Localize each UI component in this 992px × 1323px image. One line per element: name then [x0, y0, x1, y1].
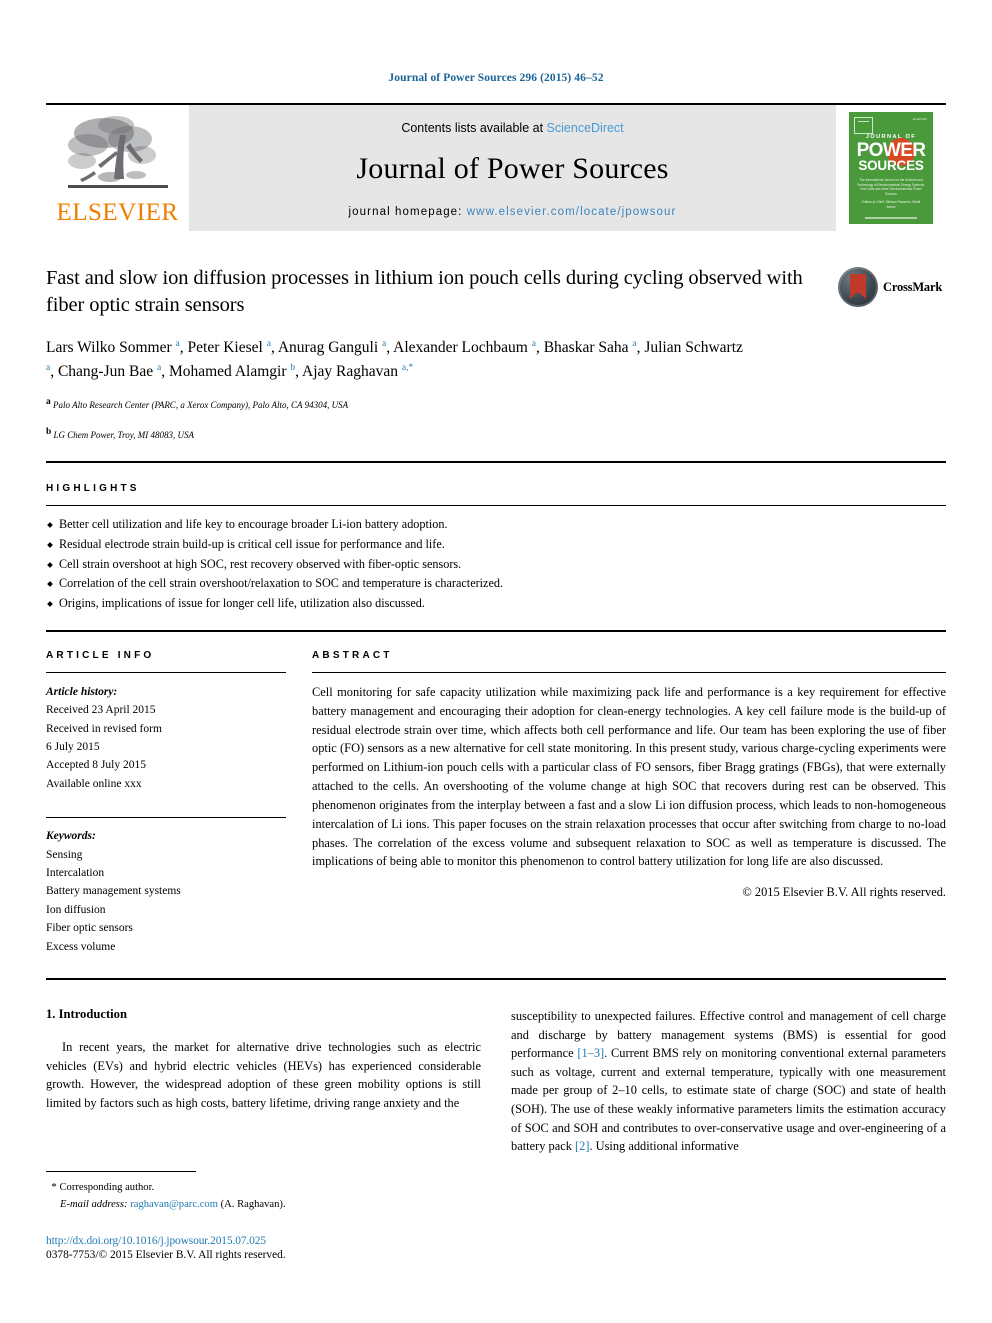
abstract-column: Abstract Cell monitoring for safe capaci… [312, 650, 946, 956]
history-line: Received in revised form [46, 722, 162, 735]
author-list: Lars Wilko Sommer a, Peter Kiesel a, Anu… [46, 338, 743, 380]
copyright-line: © 2015 Elsevier B.V. All rights reserved… [742, 885, 946, 900]
journal-homepage-line: journal homepage: www.elsevier.com/locat… [349, 206, 677, 218]
highlights-section: Highlights Better cell utilization and l… [46, 463, 946, 614]
intro-paragraph-right: susceptibility to unexpected failures. E… [511, 1007, 946, 1156]
body-column-left: 1. Introduction In recent years, the mar… [46, 1007, 481, 1156]
abstract-rule [312, 671, 946, 673]
intro-paragraph-left: In recent years, the market for alternat… [46, 1039, 481, 1110]
crossmark-label: CrossMark [883, 279, 943, 294]
footnote-rule [46, 1171, 196, 1173]
elsevier-wordmark: ELSEVIER [56, 199, 179, 226]
keyword-item: Intercalation [46, 867, 105, 880]
keyword-item: Ion diffusion [46, 903, 106, 916]
article-history-title: Article history: [46, 685, 118, 698]
crossmark-badge[interactable]: CrossMark [838, 265, 946, 307]
history-line: Received 23 April 2015 [46, 704, 156, 717]
corresponding-marker: * [51, 1181, 57, 1194]
contents-prefix: Contents lists available at [401, 120, 544, 135]
affiliation-b-text: LG Chem Power, Troy, MI 48083, USA [53, 430, 194, 441]
homepage-label: journal homepage: [348, 205, 463, 218]
email-label: E-mail address: [60, 1198, 128, 1210]
corresponding-text: Corresponding author. [59, 1182, 155, 1194]
keywords-block: Keywords: Sensing Intercalation Battery … [46, 817, 286, 956]
issn-copyright-line: 0378-7753/© 2015 Elsevier B.V. All right… [46, 1249, 286, 1261]
intro-right-part2: . Current BMS rely on monitoring convent… [511, 1046, 947, 1154]
highlights-list: Better cell utilization and life key to … [46, 515, 946, 614]
article-info-heading: Article info [46, 649, 155, 661]
affiliation-b-marker: b [46, 427, 52, 438]
list-item: Better cell utilization and life key to … [46, 515, 946, 535]
cover-line-sources: SOURCES [858, 158, 924, 173]
email-link[interactable]: raghavan@parc.com [130, 1199, 218, 1210]
elsevier-logo: ELSEVIER [46, 105, 189, 231]
cover-bottom-bar [865, 217, 917, 219]
crossmark-icon [838, 267, 878, 307]
affiliation-a-marker: a [46, 397, 51, 408]
email-line: E-mail address: raghavan@parc.com (A. Ra… [46, 1197, 476, 1213]
homepage-url-link[interactable]: www.elsevier.com/locate/jpowsour [467, 206, 677, 218]
list-item: Correlation of the cell strain overshoot… [46, 574, 946, 594]
history-line: 6 July 2015 [46, 741, 100, 754]
section-heading-introduction: 1. Introduction [46, 1006, 127, 1021]
list-item: Origins, implications of issue for longe… [46, 594, 946, 614]
elsevier-tree-icon [67, 116, 168, 188]
contents-available-line: Contents lists available at ScienceDirec… [401, 121, 623, 135]
info-abstract-section: Article info Article history: Received 2… [46, 632, 946, 956]
cover-editors: Editors-in-Chief: Stefano Passerini, Kha… [861, 200, 921, 210]
article-info-rule [46, 671, 286, 673]
history-line: Accepted 8 July 2015 [46, 759, 146, 772]
title-and-authors: Fast and slow ion diffusion processes in… [46, 265, 838, 443]
cover-elsevier-mark-icon [854, 117, 873, 134]
keyword-item: Fiber optic sensors [46, 922, 133, 935]
list-item: Cell strain overshoot at high SOC, rest … [46, 555, 946, 575]
journal-cover-image: ELSEVIER JOURNAL OF POWER SOURCES The In… [849, 112, 933, 224]
affiliation-a-text: Palo Alto Research Center (PARC, a Xerox… [53, 400, 349, 411]
email-suffix: (A. Raghavan). [220, 1198, 286, 1210]
sciencedirect-banner: Contents lists available at ScienceDirec… [189, 105, 836, 231]
intro-right-part3: . Using additional informative [589, 1139, 739, 1154]
abstract-text: Cell monitoring for safe capacity utiliz… [312, 684, 946, 869]
body-columns: 1. Introduction In recent years, the mar… [46, 980, 946, 1156]
running-head: Journal of Power Sources 296 (2015) 46–5… [388, 72, 604, 84]
history-line: Available online xxx [46, 777, 142, 790]
journal-masthead: ELSEVIER Contents lists available at Sci… [46, 103, 946, 231]
cover-top-text: ELSEVIER [912, 118, 927, 121]
citation-ref-1[interactable]: [1–3] [577, 1046, 604, 1060]
abstract-heading: Abstract [312, 649, 393, 661]
corresponding-author-line: * Corresponding author. [46, 1179, 476, 1196]
citation-ref-2[interactable]: [2] [575, 1139, 589, 1153]
keyword-item: Battery management systems [46, 885, 181, 898]
keywords-rule [46, 817, 286, 819]
title-block: Fast and slow ion diffusion processes in… [46, 265, 946, 443]
journal-title: Journal of Power Sources [356, 151, 669, 185]
crossmark-inner: CrossMark [838, 267, 942, 307]
page-title: Fast and slow ion diffusion processes in… [46, 267, 803, 317]
journal-cover-thumbnail[interactable]: ELSEVIER JOURNAL OF POWER SOURCES The In… [836, 105, 946, 231]
cover-description: The International Journal on the Science… [856, 178, 926, 196]
affiliation-a: a Palo Alto Research Center (PARC, a Xer… [46, 395, 824, 413]
list-item: Residual electrode strain build-up is cr… [46, 535, 946, 555]
highlights-inner-rule [46, 505, 946, 507]
doi-link[interactable]: http://dx.doi.org/10.1016/j.jpowsour.201… [46, 1235, 476, 1247]
body-column-right: susceptibility to unexpected failures. E… [511, 1007, 946, 1156]
keyword-item: Sensing [46, 848, 83, 861]
paper-page: Journal of Power Sources 296 (2015) 46–5… [0, 0, 992, 1323]
affiliation-b: b LG Chem Power, Troy, MI 48083, USA [46, 425, 824, 443]
keywords-title: Keywords: [46, 830, 96, 843]
article-info-column: Article info Article history: Received 2… [46, 650, 286, 956]
sciencedirect-link[interactable]: ScienceDirect [547, 121, 624, 135]
highlights-heading: Highlights [46, 483, 140, 495]
page-footer: * Corresponding author. E-mail address: … [46, 1171, 476, 1261]
keyword-item: Excess volume [46, 940, 116, 953]
